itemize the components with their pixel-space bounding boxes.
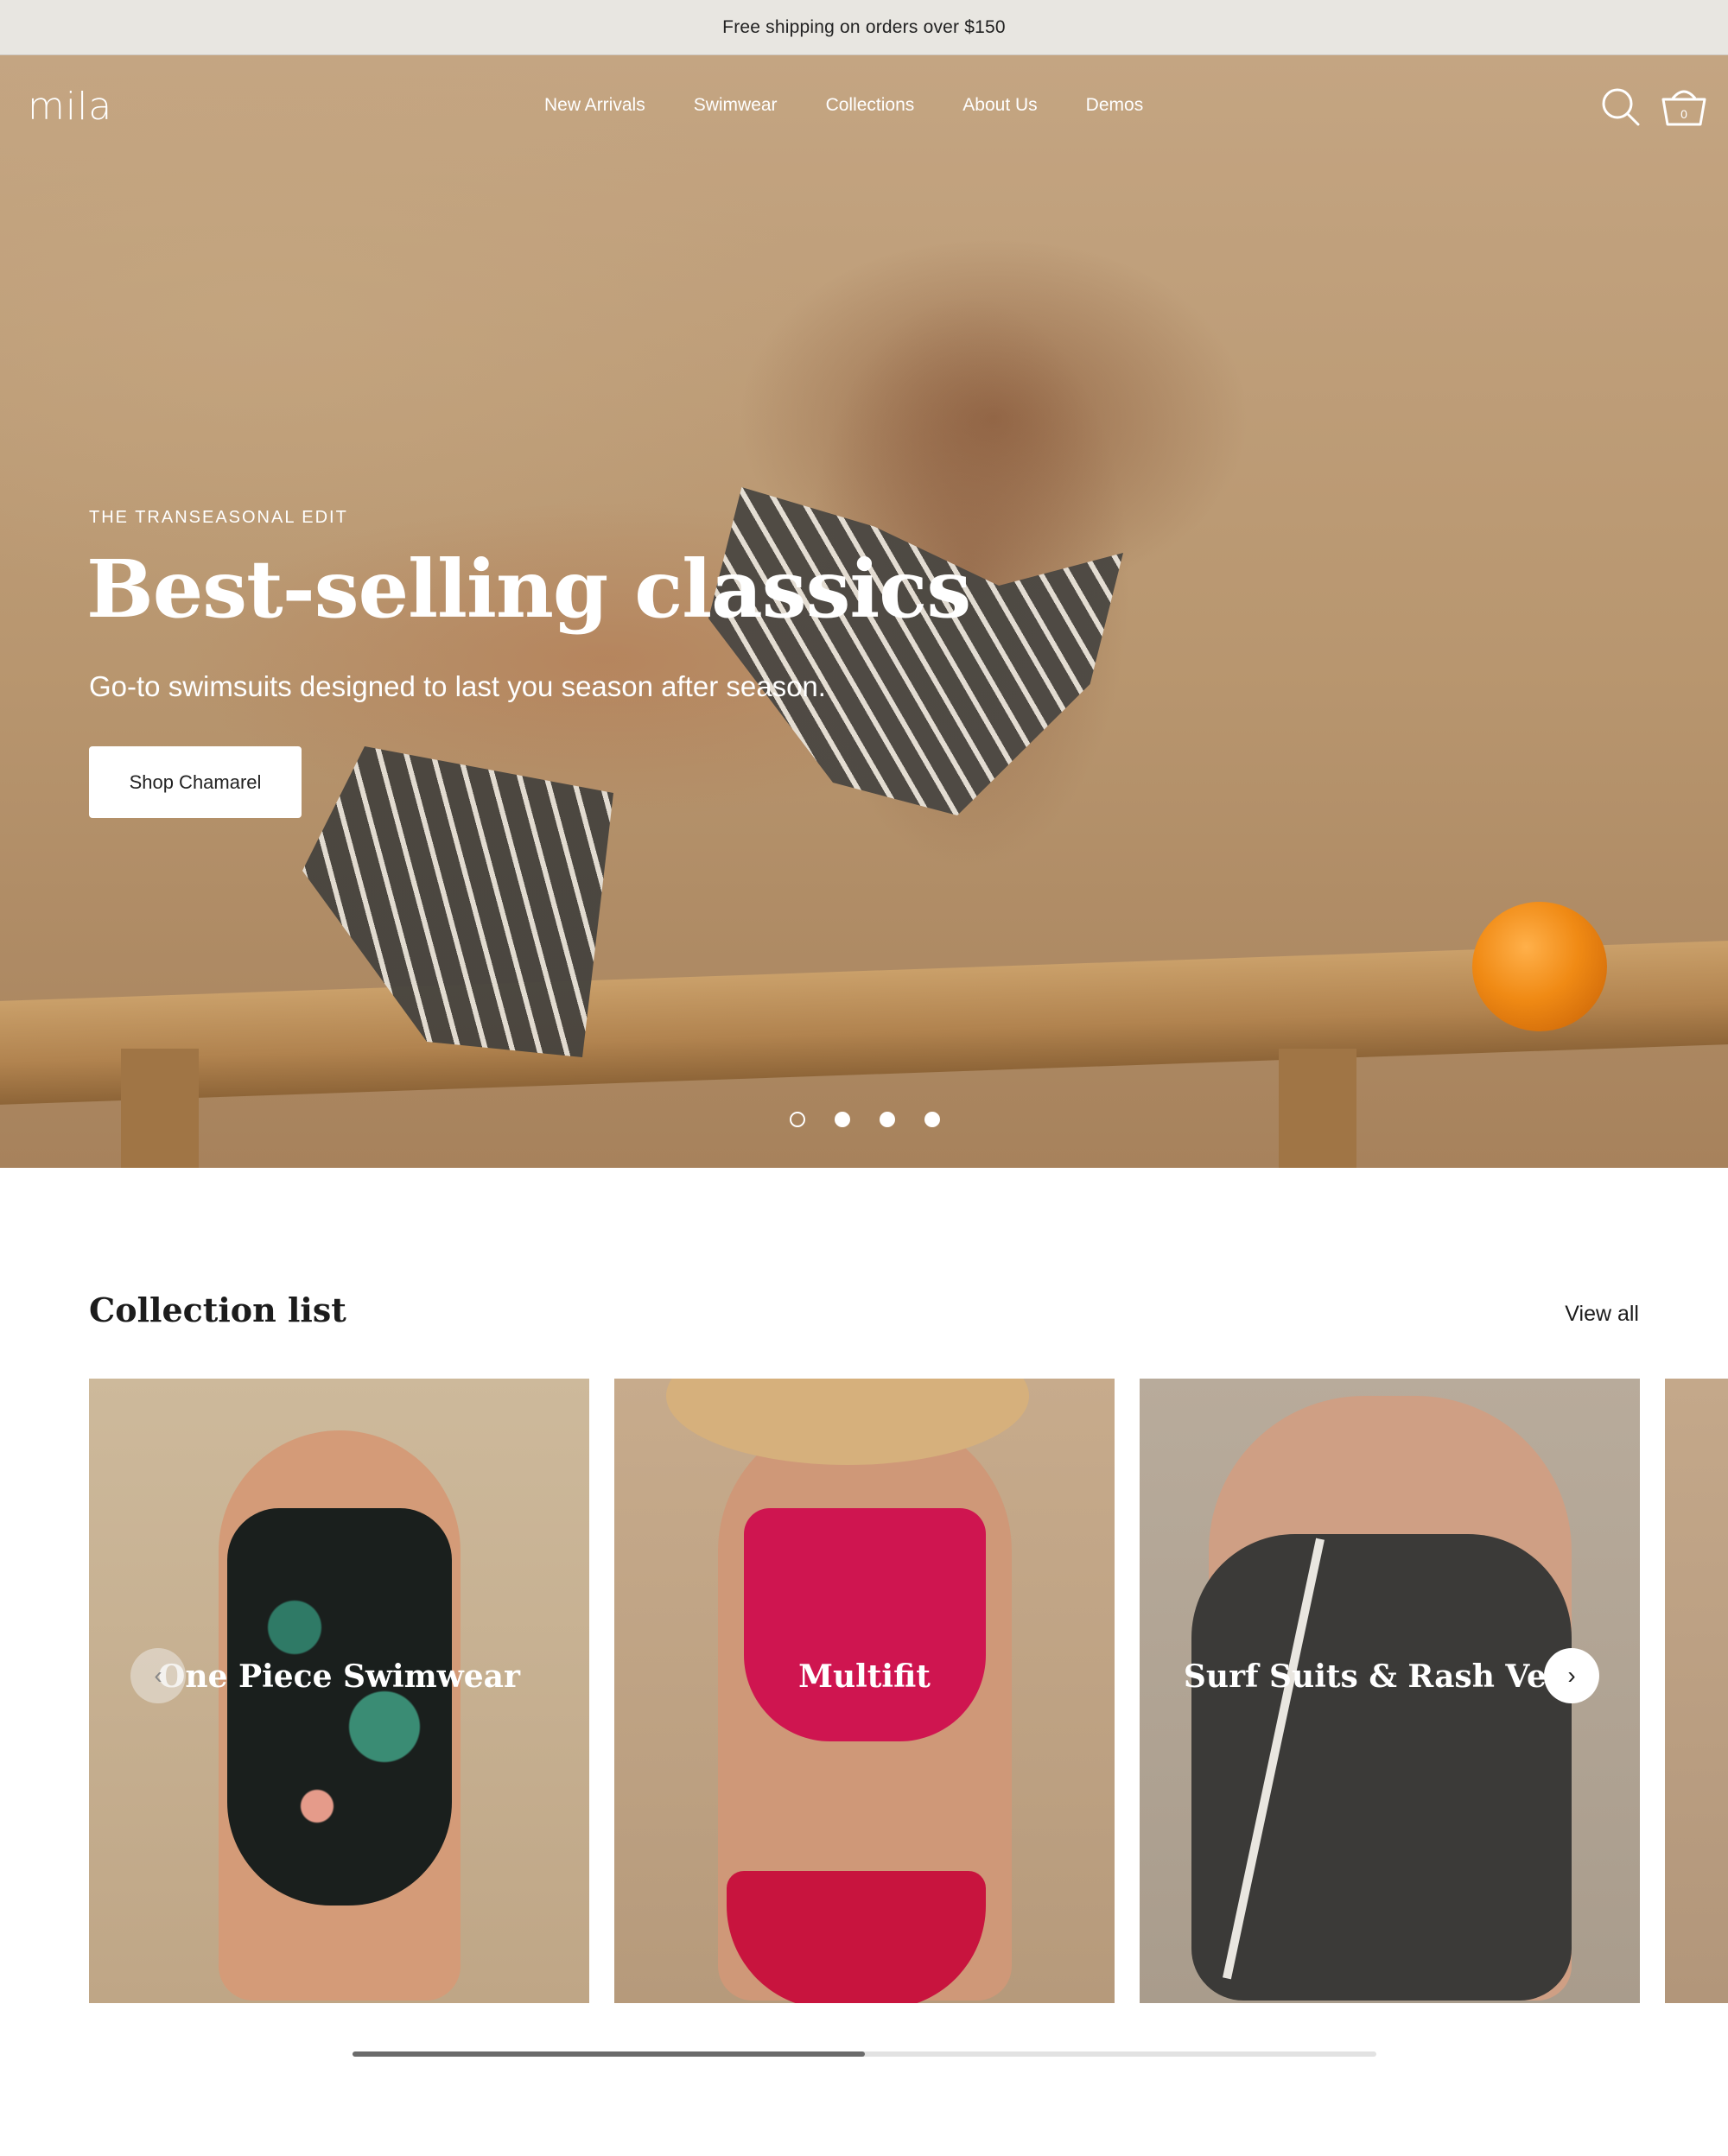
nav-item-demos[interactable]: Demos — [1086, 95, 1144, 116]
bench-leg-left — [121, 1049, 199, 1168]
collection-list-title: Collection list — [89, 1290, 346, 1329]
carousel-prev-button[interactable]: ‹ — [130, 1648, 186, 1703]
announcement-bar: Free shipping on orders over $150 — [0, 0, 1728, 55]
hero-title: Best-selling classics — [86, 542, 971, 636]
nav-item-new-arrivals[interactable]: New Arrivals — [544, 95, 645, 116]
bikini-top-image — [744, 1508, 986, 1741]
bikini-bottom-image — [727, 1871, 986, 2003]
straw-hat-image — [666, 1379, 1029, 1465]
site-logo[interactable]: mila — [28, 85, 112, 129]
chevron-right-icon: › — [1567, 1662, 1576, 1689]
chevron-left-icon: ‹ — [154, 1662, 162, 1689]
cart-icon[interactable]: 0 — [1661, 85, 1707, 128]
floral-swimsuit-image — [227, 1508, 452, 1906]
nav-item-collections[interactable]: Collections — [826, 95, 915, 116]
carousel-scrollbar-thumb[interactable] — [353, 2051, 865, 2057]
announcement-text: Free shipping on orders over $150 — [722, 16, 1006, 37]
carousel-next-button[interactable]: › — [1544, 1648, 1599, 1703]
main-navigation: New Arrivals Swimwear Collections About … — [544, 95, 1143, 116]
collection-card-partial[interactable] — [1665, 1379, 1728, 2003]
cart-count: 0 — [1680, 107, 1687, 121]
orange-image — [1472, 902, 1607, 1031]
view-all-link[interactable]: View all — [1565, 1302, 1639, 1327]
slide-dot-4[interactable] — [924, 1112, 940, 1127]
slideshow-dots — [790, 1112, 940, 1127]
slide-dot-1[interactable] — [790, 1112, 805, 1127]
hero-subtitle: Go-to swimsuits designed to last you sea… — [89, 670, 826, 702]
shop-chamarel-button[interactable]: Shop Chamarel — [89, 746, 302, 818]
surf-suit-image — [1191, 1534, 1572, 2001]
nav-item-about-us[interactable]: About Us — [962, 95, 1037, 116]
slide-dot-2[interactable] — [835, 1112, 850, 1127]
collection-label-multifit: Multifit — [798, 1658, 931, 1695]
bench-leg-right — [1279, 1049, 1356, 1168]
search-icon[interactable] — [1600, 86, 1640, 126]
nav-item-swimwear[interactable]: Swimwear — [694, 95, 778, 116]
hero-eyebrow: THE TRANSEASONAL EDIT — [89, 508, 348, 527]
slide-dot-3[interactable] — [880, 1112, 895, 1127]
